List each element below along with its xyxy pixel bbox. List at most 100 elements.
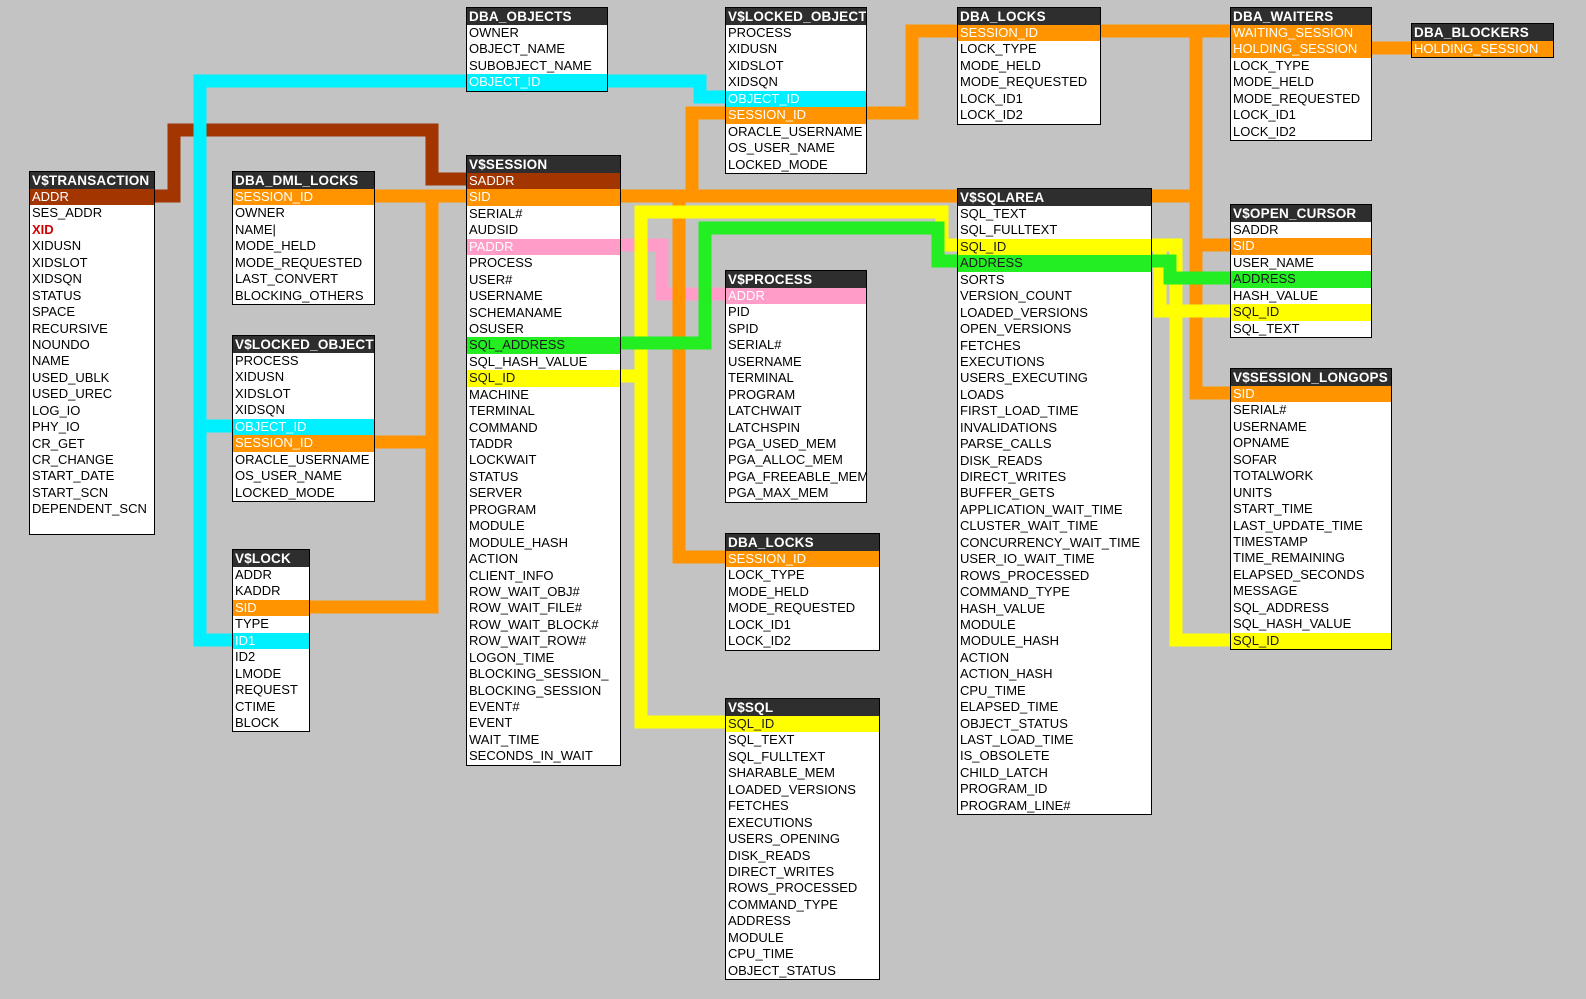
table-field: BLOCKING_OTHERS	[235, 287, 364, 303]
table-v-sql[interactable]: V$SQL SQL_ID SQL_TEXT SQL_FULLTEXT SHARABLE_…	[725, 698, 880, 980]
table-v-session-longops[interactable]: V$SESSION_LONGOPS SID SERIAL# USERNAME OPNAM…	[1230, 368, 1392, 650]
table-field: LOCK_TYPE	[728, 567, 805, 583]
table-field: PID	[728, 304, 750, 320]
table-field: EVENT#	[469, 699, 520, 714]
table-title: DBA_OBJECTS	[467, 8, 607, 25]
table-field: USER#	[469, 271, 513, 287]
table-field: SERIAL#	[1233, 402, 1287, 418]
key-field: SID	[467, 189, 620, 206]
table-field: LOCK_ID2	[960, 107, 1023, 123]
table-dba-locks-top[interactable]: DBA_LOCKS SESSION_ID LOCK_TYPE MODE_HELD MOD…	[957, 7, 1101, 125]
table-field: BLOCKING_SESSION_	[469, 666, 609, 682]
table-field: EXECUTIONS	[960, 353, 1045, 369]
table-field: TERMINAL	[469, 403, 535, 419]
key-field: OBJECT_ID	[726, 90, 866, 108]
table-field: PROGRAM	[728, 386, 796, 402]
key-field: ADDRESS	[1231, 271, 1371, 288]
table-field: ROW_WAIT_ROW#	[469, 633, 587, 649]
table-field: CPU_TIME	[728, 946, 794, 962]
table-dba-waiters[interactable]: DBA_WAITERS WAITING_SESSION HOLDING_SESSIO…	[1230, 7, 1372, 142]
table-dba-objects[interactable]: DBA_OBJECTS OWNER OBJECT_NAME SUBOBJECT_NAM…	[466, 7, 608, 92]
key-field: HOLDING_SESSION	[1412, 41, 1553, 58]
table-field: LOG_IO	[32, 402, 81, 418]
table-field: COMMAND_TYPE	[960, 584, 1070, 600]
table-field: XID	[32, 221, 54, 237]
table-field: LOCKED_MODE	[728, 156, 828, 172]
key-field: SQL_ID	[726, 716, 879, 733]
table-field: XIDSQN	[235, 402, 285, 418]
key-field: SQL_ID	[467, 370, 620, 387]
table-v-sqlarea[interactable]: V$SQLAREA SQL_TEXT SQL_FULLTEXT SQL_ID ADDRE…	[957, 188, 1152, 816]
table-field: ROWS_PROCESSED	[728, 880, 858, 896]
table-field: WAIT_TIME	[469, 731, 540, 747]
key-field: ADDR	[726, 288, 866, 305]
table-field: SQL_HASH_VALUE	[469, 353, 588, 369]
key-field: SQL_ADDRESS	[467, 337, 620, 354]
table-v-lock[interactable]: V$LOCK ADDR KADDR SID TYPE ID1 ID2 LMODE REQUEST…	[232, 549, 310, 733]
table-title: DBA_LOCKS	[958, 8, 1100, 25]
table-field: PROGRAM_ID	[960, 781, 1048, 797]
table-field: LOCK_ID2	[1233, 123, 1296, 139]
table-field: SPID	[728, 320, 759, 336]
table-field: LOADED_VERSIONS	[728, 781, 856, 797]
table-field: NAME|	[235, 221, 276, 237]
link-sid-dbalocks1	[866, 24, 958, 120]
key-field: SESSION_ID	[958, 25, 1100, 42]
table-field: NOUNDO	[32, 336, 90, 352]
table-field: LAST_LOAD_TIME	[960, 732, 1074, 747]
table-field: CR_CHANGE	[32, 452, 114, 467]
table-field: SES_ADDR	[32, 205, 103, 221]
key-field: SID	[233, 599, 309, 617]
table-dba-locks-lower[interactable]: DBA_LOCKS SESSION_ID LOCK_TYPE MODE_HELD MOD…	[725, 533, 880, 651]
table-field: SPACE	[32, 304, 76, 320]
table-field: XIDSQN	[728, 74, 778, 90]
table-field: LOCK_TYPE	[960, 41, 1037, 57]
table-field: MODULE	[469, 518, 525, 534]
key-field: SESSION_ID	[233, 435, 374, 452]
table-field: MODULE_HASH	[469, 534, 568, 550]
table-field: LOCK_ID1	[1233, 107, 1296, 123]
table-field: SQL_HASH_VALUE	[1233, 616, 1352, 632]
table-v-process[interactable]: V$PROCESS ADDR PID SPID SERIAL# USERNAME TERMI…	[725, 270, 867, 503]
table-field: XIDSLOT	[235, 385, 291, 401]
table-field: OSUSER	[469, 320, 524, 336]
table-field: LAST_UPDATE_TIME	[1233, 517, 1363, 533]
table-field: XIDSLOT	[32, 254, 88, 270]
table-dba-dml-locks[interactable]: DBA_DML_LOCKS SESSION_ID OWNER NAME| MODE_HE…	[232, 171, 375, 306]
table-field: LOGON_TIME	[469, 649, 555, 665]
table-field: APPLICATION_WAIT_TIME	[960, 501, 1123, 517]
table-field: MODULE_HASH	[960, 633, 1059, 649]
table-field: PROGRAM_LINE#	[960, 797, 1071, 813]
table-v-session[interactable]: V$SESSION SADDR SID SERIAL# AUDSID PADDR PROCE…	[466, 155, 621, 766]
table-field: OPEN_VERSIONS	[960, 321, 1072, 337]
table-field: HASH_VALUE	[960, 600, 1046, 616]
table-field: FETCHES	[960, 337, 1021, 353]
table-field: DISK_READS	[960, 452, 1043, 468]
table-field: ELAPSED_SECONDS	[1233, 566, 1365, 582]
table-field: XIDUSN	[728, 41, 778, 57]
table-title: V$SQL	[726, 699, 879, 716]
table-dba-blockers[interactable]: DBA_BLOCKERS HOLDING_SESSION	[1411, 23, 1554, 59]
table-v-locked-object-top[interactable]: V$LOCKED_OBJECT PROCESS XIDUSN XIDSLOT XIDSQ…	[725, 7, 867, 174]
table-field: USER_IO_WAIT_TIME	[960, 551, 1095, 567]
table-field: LOCK_TYPE	[1233, 57, 1310, 73]
table-field: OS_USER_NAME	[728, 140, 835, 156]
table-field: SQL_TEXT	[960, 206, 1027, 221]
table-title: V$TRANSACTION	[30, 172, 154, 189]
table-field: SHARABLE_MEM	[728, 765, 835, 781]
table-field: DIRECT_WRITES	[728, 863, 835, 879]
table-field: ROW_WAIT_FILE#	[469, 600, 582, 616]
table-field: MODULE	[960, 616, 1016, 632]
table-v-locked-object-left[interactable]: V$LOCKED_OBJECT PROCESS XIDUSN XIDSLOT XIDSQ…	[232, 335, 375, 502]
table-field: BLOCK	[235, 714, 280, 730]
key-field: SQL_ID	[1231, 632, 1391, 649]
table-field: SOFAR	[1233, 451, 1278, 467]
table-field: PGA_USED_MEM	[728, 435, 837, 451]
table-field: ACTION_HASH	[960, 666, 1053, 682]
table-v-transaction[interactable]: V$TRANSACTION ADDR SES_ADDR XID XIDUSN XIDSLO…	[29, 171, 155, 536]
table-v-open-cursor[interactable]: V$OPEN_CURSOR SADDR SID USER_NAME ADDRESS HAS…	[1230, 204, 1372, 339]
table-field: SQL_ADDRESS	[1233, 599, 1330, 615]
table-field: USED_UBLK	[32, 369, 110, 385]
table-field: COMMAND	[469, 419, 538, 435]
table-field: ADDRESS	[728, 913, 791, 929]
